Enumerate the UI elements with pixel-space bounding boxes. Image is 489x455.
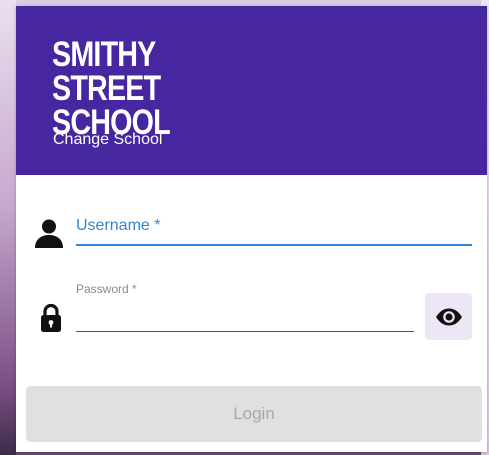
show-password-button[interactable] — [425, 293, 472, 340]
lock-icon — [41, 303, 61, 332]
school-header: SMITHY STREET SCHOOL Change School — [16, 6, 487, 175]
eye-icon — [435, 308, 462, 325]
password-field[interactable] — [76, 300, 414, 330]
username-underline — [76, 244, 472, 246]
school-name: SMITHY STREET SCHOOL — [52, 35, 265, 140]
background-left-edge — [0, 0, 16, 455]
change-school-link[interactable]: Change School — [53, 131, 162, 149]
login-button[interactable]: Login — [26, 386, 482, 442]
school-name-line1: SMITHY STREET — [52, 35, 161, 108]
person-icon — [35, 219, 63, 248]
username-label: Username * — [76, 217, 161, 234]
password-label: Password * — [76, 282, 137, 296]
login-card: SMITHY STREET SCHOOL Change School Usern… — [16, 6, 487, 452]
password-underline — [76, 331, 414, 332]
